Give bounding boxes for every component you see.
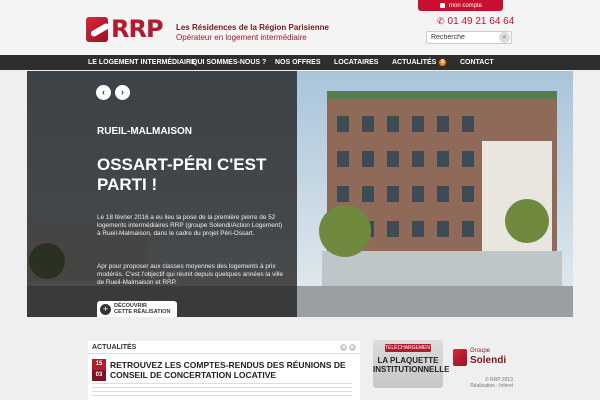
news-count-badge: 5 bbox=[439, 59, 447, 66]
news-excerpt bbox=[92, 383, 352, 397]
nav-item-offres[interactable]: NOS OFFRES bbox=[275, 55, 321, 70]
nav-item-qui-sommes-nous[interactable]: QUI SOMMES-NOUS ? bbox=[192, 55, 266, 70]
solendi-mark-icon bbox=[453, 348, 467, 366]
hero-slider: ‹ › RUEIL-MALMAISON OSSART-PÉRI C'EST PA… bbox=[27, 71, 573, 317]
solendi-text: Groupe Solendi bbox=[470, 347, 506, 367]
solendi-line1: Groupe bbox=[470, 348, 491, 354]
tagline-line2: Opérateur en logement intermédiaire bbox=[176, 33, 307, 42]
hero-paragraph-1: Le 18 février 2016 a eu lieu la pose de … bbox=[97, 214, 283, 238]
news-heading: ACTUALITÉS ◂ ▸ bbox=[88, 341, 360, 354]
hero-paragraph-2: Apr pour proposer aux classes moyennes d… bbox=[97, 263, 284, 287]
logo-text: RRP bbox=[111, 15, 164, 43]
discover-button[interactable]: + DÉCOUVRIR CETTE RÉALISATION bbox=[97, 301, 177, 317]
solendi-line2: Solendi bbox=[470, 355, 507, 366]
plaquette-label-main: LA PLAQUETTE INSTITUTIONNELLE bbox=[373, 356, 450, 374]
next-slide-icon[interactable]: › bbox=[115, 85, 130, 100]
lock-icon bbox=[440, 3, 445, 8]
nav-item-actualites-label: ACTUALITÉS bbox=[392, 59, 437, 66]
account-label: mon compte bbox=[449, 2, 483, 9]
logo-mark-icon bbox=[86, 16, 108, 42]
copyright: © RRP 2013 Réalisation : Inferel bbox=[468, 377, 513, 389]
account-link[interactable]: mon compte bbox=[418, 0, 503, 11]
news-date-badge: 15 03 bbox=[92, 359, 106, 381]
phone-icon: ✆ bbox=[437, 16, 445, 26]
news-date-day: 15 bbox=[92, 359, 106, 370]
discover-line2: CETTE RÉALISATION bbox=[114, 309, 171, 315]
news-panel: ACTUALITÉS ◂ ▸ 15 03 RETROUVEZ LES COMPT… bbox=[88, 341, 360, 400]
search-icon[interactable]: ⌕ bbox=[499, 32, 510, 43]
groupe-solendi-logo[interactable]: Groupe Solendi bbox=[453, 347, 506, 367]
hero-city: RUEIL-MALMAISON bbox=[97, 126, 192, 137]
hero-title: OSSART-PÉRI C'EST PARTI ! bbox=[97, 155, 267, 194]
news-arrows: ◂ ▸ bbox=[340, 344, 356, 351]
plus-icon: + bbox=[100, 303, 111, 315]
nav-item-actualites[interactable]: ACTUALITÉS 5 bbox=[392, 55, 447, 70]
news-prev-icon[interactable]: ◂ bbox=[340, 344, 347, 351]
plaquette-label-top: TÉLÉCHARGEMENT bbox=[385, 344, 434, 352]
news-heading-text: ACTUALITÉS bbox=[92, 344, 137, 351]
plaquette-download-button[interactable]: TÉLÉCHARGEMENT LA PLAQUETTE INSTITUTIONN… bbox=[373, 340, 450, 388]
news-date-month: 03 bbox=[92, 370, 106, 381]
discover-label: DÉCOUVRIR CETTE RÉALISATION bbox=[114, 303, 170, 315]
nav-item-contact[interactable]: CONTACT bbox=[460, 55, 494, 70]
news-title-link[interactable]: RETROUVEZ LES COMPTES-RENDUS DES RÉUNION… bbox=[110, 360, 350, 380]
nav-item-logement[interactable]: LE LOGEMENT INTERMÉDIAIRE bbox=[88, 55, 196, 70]
phone-text: 01 49 21 64 64 bbox=[447, 16, 515, 27]
credit-text[interactable]: Réalisation : Inferel bbox=[468, 383, 513, 389]
site-header: mon compte RRP Les Résidences de la Régi… bbox=[0, 0, 600, 55]
tagline: Les Résidences de la Région Parisienne O… bbox=[176, 23, 329, 43]
main-nav: LE LOGEMENT INTERMÉDIAIRE QUI SOMMES-NOU… bbox=[0, 55, 600, 70]
prev-slide-icon[interactable]: ‹ bbox=[96, 85, 111, 100]
nav-item-locataires[interactable]: LOCATAIRES bbox=[334, 55, 378, 70]
site-logo[interactable]: RRP bbox=[86, 15, 164, 43]
tagline-line1: Les Résidences de la Région Parisienne bbox=[176, 23, 329, 32]
news-next-icon[interactable]: ▸ bbox=[349, 344, 356, 351]
phone-number[interactable]: ✆ 01 49 21 64 64 bbox=[437, 16, 514, 27]
